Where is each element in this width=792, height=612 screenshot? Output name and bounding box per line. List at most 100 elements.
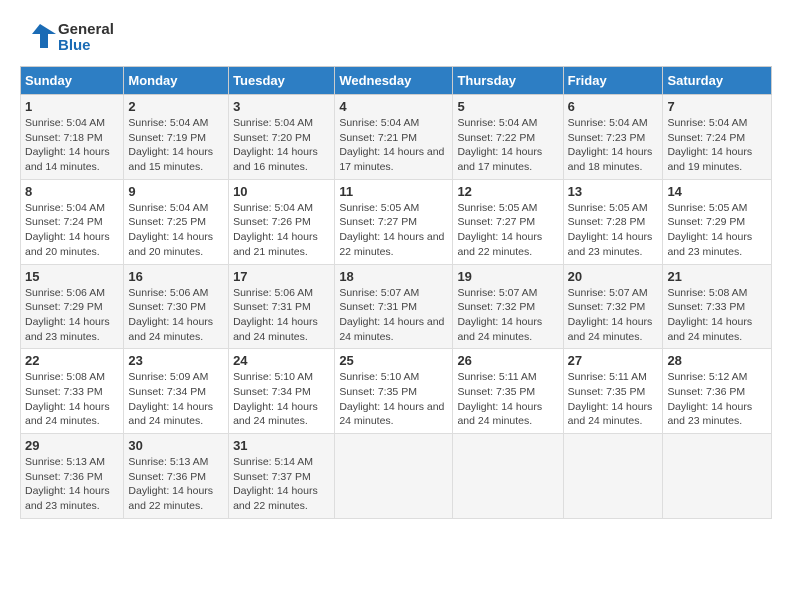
header-row: SundayMondayTuesdayWednesdayThursdayFrid… (21, 67, 772, 95)
day-info: Sunrise: 5:11 AMSunset: 7:35 PMDaylight:… (568, 370, 659, 429)
day-number: 19 (457, 269, 558, 284)
week-row-2: 8 Sunrise: 5:04 AMSunset: 7:24 PMDaylight… (21, 179, 772, 264)
day-number: 16 (128, 269, 224, 284)
day-number: 22 (25, 353, 119, 368)
day-number: 4 (339, 99, 448, 114)
day-cell: 5Sunrise: 5:04 AMSunset: 7:22 PMDaylight… (453, 95, 563, 180)
day-number: 14 (667, 184, 767, 199)
day-cell: 29 Sunrise: 5:13 AMSunset: 7:36 PMDayligh… (21, 434, 124, 519)
day-number: 7 (667, 99, 767, 114)
day-cell: 1 Sunrise: 5:04 AMSunset: 7:18 PMDaylight… (21, 95, 124, 180)
day-info: Sunrise: 5:04 AMSunset: 7:23 PMDaylight:… (568, 116, 659, 175)
day-info: Sunrise: 5:11 AMSunset: 7:35 PMDaylight:… (457, 370, 558, 429)
day-number: 3 (233, 99, 330, 114)
day-info: Sunrise: 5:08 AMSunset: 7:33 PMDaylight:… (667, 286, 767, 345)
day-cell: 25Sunrise: 5:10 AMSunset: 7:35 PMDayligh… (335, 349, 453, 434)
day-info: Sunrise: 5:04 AMSunset: 7:24 PMDaylight:… (667, 116, 767, 175)
day-cell: 14 Sunrise: 5:05 AMSunset: 7:29 PMDayligh… (663, 179, 772, 264)
day-number: 2 (128, 99, 224, 114)
day-number: 8 (25, 184, 119, 199)
day-number: 17 (233, 269, 330, 284)
col-header-saturday: Saturday (663, 67, 772, 95)
day-info: Sunrise: 5:13 AMSunset: 7:36 PMDaylight:… (25, 455, 119, 514)
day-info: Sunrise: 5:07 AMSunset: 7:31 PMDaylight:… (339, 286, 448, 345)
day-info: Sunrise: 5:06 AMSunset: 7:29 PMDaylight:… (25, 286, 119, 345)
col-header-sunday: Sunday (21, 67, 124, 95)
day-number: 25 (339, 353, 448, 368)
day-number: 28 (667, 353, 767, 368)
day-cell (563, 434, 663, 519)
day-number: 23 (128, 353, 224, 368)
day-number: 29 (25, 438, 119, 453)
day-number: 12 (457, 184, 558, 199)
col-header-wednesday: Wednesday (335, 67, 453, 95)
week-row-4: 22Sunrise: 5:08 AMSunset: 7:33 PMDayligh… (21, 349, 772, 434)
day-cell: 24Sunrise: 5:10 AMSunset: 7:34 PMDayligh… (229, 349, 335, 434)
day-cell: 3 Sunrise: 5:04 AMSunset: 7:20 PMDaylight… (229, 95, 335, 180)
day-cell: 23Sunrise: 5:09 AMSunset: 7:34 PMDayligh… (124, 349, 229, 434)
day-cell: 31 Sunrise: 5:14 AMSunset: 7:37 PMDayligh… (229, 434, 335, 519)
day-cell: 4 Sunrise: 5:04 AMSunset: 7:21 PMDaylight… (335, 95, 453, 180)
day-cell (663, 434, 772, 519)
col-header-monday: Monday (124, 67, 229, 95)
day-number: 18 (339, 269, 448, 284)
day-cell: 28 Sunrise: 5:12 AMSunset: 7:36 PMDayligh… (663, 349, 772, 434)
day-number: 24 (233, 353, 330, 368)
day-cell (335, 434, 453, 519)
logo-blue-text: Blue (58, 38, 114, 55)
day-cell: 19 Sunrise: 5:07 AMSunset: 7:32 PMDayligh… (453, 264, 563, 349)
day-info: Sunrise: 5:04 AMSunset: 7:20 PMDaylight:… (233, 116, 330, 175)
day-cell: 8 Sunrise: 5:04 AMSunset: 7:24 PMDaylight… (21, 179, 124, 264)
day-cell: 27 Sunrise: 5:11 AMSunset: 7:35 PMDayligh… (563, 349, 663, 434)
day-cell: 20 Sunrise: 5:07 AMSunset: 7:32 PMDayligh… (563, 264, 663, 349)
day-info: Sunrise: 5:07 AMSunset: 7:32 PMDaylight:… (457, 286, 558, 345)
day-number: 1 (25, 99, 119, 114)
day-info: Sunrise: 5:06 AMSunset: 7:31 PMDaylight:… (233, 286, 330, 345)
day-info: Sunrise: 5:13 AMSunset: 7:36 PMDaylight:… (128, 455, 224, 514)
day-number: 20 (568, 269, 659, 284)
logo-general-text: General (58, 22, 114, 39)
day-number: 21 (667, 269, 767, 284)
day-cell: 9Sunrise: 5:04 AMSunset: 7:25 PMDaylight… (124, 179, 229, 264)
day-number: 5 (457, 99, 558, 114)
day-info: Sunrise: 5:04 AMSunset: 7:21 PMDaylight:… (339, 116, 448, 175)
logo: GeneralBlue (20, 20, 114, 56)
day-cell: 21 Sunrise: 5:08 AMSunset: 7:33 PMDayligh… (663, 264, 772, 349)
day-info: Sunrise: 5:07 AMSunset: 7:32 PMDaylight:… (568, 286, 659, 345)
day-info: Sunrise: 5:04 AMSunset: 7:25 PMDaylight:… (128, 201, 224, 260)
day-info: Sunrise: 5:04 AMSunset: 7:24 PMDaylight:… (25, 201, 119, 260)
day-info: Sunrise: 5:05 AMSunset: 7:29 PMDaylight:… (667, 201, 767, 260)
day-number: 31 (233, 438, 330, 453)
day-number: 26 (457, 353, 558, 368)
week-row-5: 29 Sunrise: 5:13 AMSunset: 7:36 PMDayligh… (21, 434, 772, 519)
day-number: 27 (568, 353, 659, 368)
day-cell: 11Sunrise: 5:05 AMSunset: 7:27 PMDayligh… (335, 179, 453, 264)
day-number: 13 (568, 184, 659, 199)
day-cell (453, 434, 563, 519)
day-cell: 12Sunrise: 5:05 AMSunset: 7:27 PMDayligh… (453, 179, 563, 264)
day-cell: 7 Sunrise: 5:04 AMSunset: 7:24 PMDaylight… (663, 95, 772, 180)
day-cell: 15 Sunrise: 5:06 AMSunset: 7:29 PMDayligh… (21, 264, 124, 349)
day-cell: 22Sunrise: 5:08 AMSunset: 7:33 PMDayligh… (21, 349, 124, 434)
day-cell: 10Sunrise: 5:04 AMSunset: 7:26 PMDayligh… (229, 179, 335, 264)
day-cell: 2 Sunrise: 5:04 AMSunset: 7:19 PMDaylight… (124, 95, 229, 180)
day-number: 11 (339, 184, 448, 199)
day-cell: 16 Sunrise: 5:06 AMSunset: 7:30 PMDayligh… (124, 264, 229, 349)
week-row-1: 1 Sunrise: 5:04 AMSunset: 7:18 PMDaylight… (21, 95, 772, 180)
day-info: Sunrise: 5:04 AMSunset: 7:18 PMDaylight:… (25, 116, 119, 175)
col-header-tuesday: Tuesday (229, 67, 335, 95)
day-number: 30 (128, 438, 224, 453)
day-info: Sunrise: 5:04 AMSunset: 7:19 PMDaylight:… (128, 116, 224, 175)
week-row-3: 15 Sunrise: 5:06 AMSunset: 7:29 PMDayligh… (21, 264, 772, 349)
day-cell: 17 Sunrise: 5:06 AMSunset: 7:31 PMDayligh… (229, 264, 335, 349)
day-info: Sunrise: 5:14 AMSunset: 7:37 PMDaylight:… (233, 455, 330, 514)
logo-bird-icon (20, 20, 56, 56)
day-number: 6 (568, 99, 659, 114)
day-number: 15 (25, 269, 119, 284)
day-info: Sunrise: 5:05 AMSunset: 7:28 PMDaylight:… (568, 201, 659, 260)
day-info: Sunrise: 5:04 AMSunset: 7:26 PMDaylight:… (233, 201, 330, 260)
calendar-table: SundayMondayTuesdayWednesdayThursdayFrid… (20, 66, 772, 519)
day-cell: 30 Sunrise: 5:13 AMSunset: 7:36 PMDayligh… (124, 434, 229, 519)
day-info: Sunrise: 5:06 AMSunset: 7:30 PMDaylight:… (128, 286, 224, 345)
day-info: Sunrise: 5:12 AMSunset: 7:36 PMDaylight:… (667, 370, 767, 429)
